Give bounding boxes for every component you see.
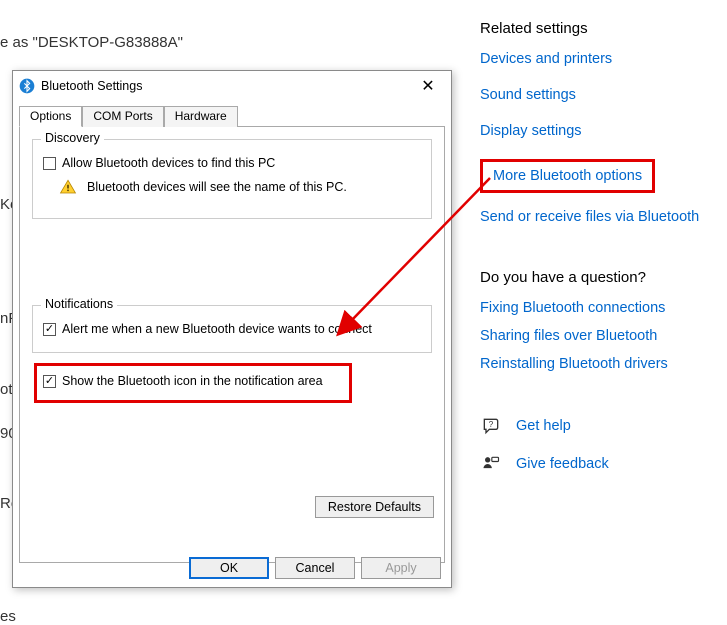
link-reinstalling-drivers[interactable]: Reinstalling Bluetooth drivers xyxy=(480,356,710,372)
bg-fragment: es xyxy=(0,608,16,625)
link-sharing-files[interactable]: Sharing files over Bluetooth xyxy=(480,328,710,344)
discovery-group: Discovery Allow Bluetooth devices to fin… xyxy=(32,139,432,219)
highlight-show-icon: ✓ Show the Bluetooth icon in the notific… xyxy=(34,363,352,403)
apply-button[interactable]: Apply xyxy=(361,557,441,579)
dialog-title: Bluetooth Settings xyxy=(41,79,411,93)
link-send-receive-files[interactable]: Send or receive files via Bluetooth xyxy=(480,209,710,225)
close-button[interactable]: ✕ xyxy=(411,76,445,96)
related-settings-panel: Related settings Devices and printers So… xyxy=(480,20,710,492)
bluetooth-settings-dialog: Bluetooth Settings ✕ Options COM Ports H… xyxy=(12,70,452,588)
checkbox-alert-new-device[interactable]: ✓ xyxy=(43,323,56,336)
bluetooth-icon xyxy=(19,78,35,94)
link-sound-settings[interactable]: Sound settings xyxy=(480,87,710,103)
link-give-feedback[interactable]: Give feedback xyxy=(516,456,609,472)
highlight-more-bluetooth-options: More Bluetooth options xyxy=(480,159,655,193)
get-help-row[interactable]: ? Get help xyxy=(480,416,710,436)
link-more-bluetooth-options[interactable]: More Bluetooth options xyxy=(493,168,642,184)
checkbox-allow-find-label: Allow Bluetooth devices to find this PC xyxy=(62,156,275,170)
link-display-settings[interactable]: Display settings xyxy=(480,123,710,139)
notifications-legend: Notifications xyxy=(41,297,117,311)
discovery-legend: Discovery xyxy=(41,131,104,145)
tab-com-ports[interactable]: COM Ports xyxy=(82,106,163,127)
cancel-button[interactable]: Cancel xyxy=(275,557,355,579)
give-feedback-row[interactable]: Give feedback xyxy=(480,454,710,474)
related-settings-heading: Related settings xyxy=(480,20,710,37)
feedback-icon xyxy=(480,454,502,474)
restore-defaults-button[interactable]: Restore Defaults xyxy=(315,496,434,518)
background-discoverable-text: e as "DESKTOP-G83888A" xyxy=(0,34,183,51)
checkbox-alert-new-device-label: Alert me when a new Bluetooth device wan… xyxy=(62,322,372,336)
tab-body: Discovery Allow Bluetooth devices to fin… xyxy=(19,127,445,563)
tab-hardware[interactable]: Hardware xyxy=(164,106,238,127)
chat-help-icon: ? xyxy=(480,416,502,436)
notifications-group: Notifications ✓ Alert me when a new Blue… xyxy=(32,305,432,353)
svg-text:?: ? xyxy=(489,419,494,429)
link-devices-printers[interactable]: Devices and printers xyxy=(480,51,710,67)
titlebar: Bluetooth Settings ✕ xyxy=(13,71,451,101)
dialog-buttons: OK Cancel Apply xyxy=(189,557,441,579)
checkbox-show-bt-icon-label: Show the Bluetooth icon in the notificat… xyxy=(62,374,323,388)
checkbox-show-bt-icon[interactable]: ✓ xyxy=(43,375,56,388)
bg-fragment: ot xyxy=(0,381,13,398)
link-get-help[interactable]: Get help xyxy=(516,418,571,434)
checkbox-allow-find[interactable] xyxy=(43,157,56,170)
discovery-note: Bluetooth devices will see the name of t… xyxy=(87,180,347,194)
ok-button[interactable]: OK xyxy=(189,557,269,579)
question-heading: Do you have a question? xyxy=(480,269,710,286)
tabs: Options COM Ports Hardware xyxy=(19,105,445,127)
tab-options[interactable]: Options xyxy=(19,106,82,127)
link-fixing-bluetooth[interactable]: Fixing Bluetooth connections xyxy=(480,300,710,316)
warning-icon xyxy=(59,178,77,196)
